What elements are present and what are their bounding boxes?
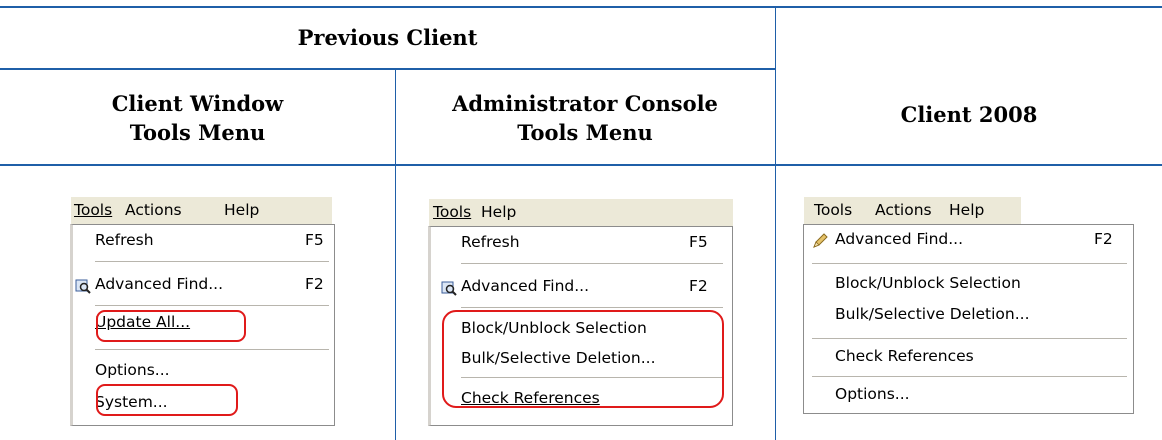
tools-dropdown: Advanced Find... F2 Block/Unblock Select…	[803, 224, 1134, 414]
column-divider-2	[775, 8, 776, 440]
shortcut-refresh: F5	[689, 233, 708, 251]
menu-separator	[812, 338, 1127, 339]
client-2008-tools-menu: Tools Actions Help Advanced Find... F2 B…	[803, 196, 1134, 414]
header-client-window-title: Client Window	[111, 91, 284, 116]
client-window-tools-menu: Tools Actions Help Refresh F5 Advanced F…	[70, 196, 335, 426]
menu-help[interactable]: Help	[224, 201, 259, 219]
shortcut-advanced-find: F2	[305, 275, 324, 293]
header-client-2008: Client 2008	[900, 102, 1038, 127]
menu-item-block-unblock[interactable]: Block/Unblock Selection	[835, 274, 1021, 292]
table-header-bottom-rule	[0, 164, 1162, 166]
menu-help[interactable]: Help	[949, 201, 984, 219]
menu-separator	[812, 263, 1127, 264]
menu-bar: Tools Actions Help	[803, 196, 1021, 224]
menu-tools[interactable]: Tools	[74, 201, 112, 219]
header-previous-client: Previous Client	[297, 25, 478, 50]
shortcut-refresh: F5	[305, 231, 324, 249]
menu-separator	[95, 349, 329, 350]
menu-actions[interactable]: Actions	[125, 201, 182, 219]
header-admin-console-title: Administrator Console	[452, 91, 718, 116]
pencil-find-icon	[813, 233, 828, 248]
menu-item-advanced-find[interactable]: Advanced Find...	[95, 275, 223, 293]
menu-actions[interactable]: Actions	[875, 201, 932, 219]
menu-separator	[461, 263, 723, 264]
menu-bar: Tools Help	[428, 198, 733, 226]
menu-separator	[461, 307, 723, 308]
shortcut-advanced-find: F2	[1094, 230, 1113, 248]
menu-item-options[interactable]: Options...	[95, 361, 170, 379]
menu-separator	[812, 376, 1127, 377]
shortcut-advanced-find: F2	[689, 277, 708, 295]
header-admin-console: Administrator Console Tools Menu	[395, 89, 775, 147]
menu-item-refresh[interactable]: Refresh	[95, 231, 154, 249]
highlight-admin-items	[442, 310, 724, 408]
menu-tools[interactable]: Tools	[433, 203, 471, 221]
menu-separator	[95, 305, 329, 306]
menu-bar: Tools Actions Help	[70, 196, 332, 224]
header-client-window-sub: Tools Menu	[129, 120, 266, 145]
advanced-find-icon	[75, 279, 91, 294]
advanced-find-icon	[441, 281, 457, 296]
table-top-rule	[0, 6, 1162, 8]
menu-tools[interactable]: Tools	[814, 201, 852, 219]
table-header-split-rule	[0, 68, 775, 70]
highlight-update-all	[96, 310, 246, 342]
admin-console-tools-menu: Tools Help Refresh F5 Advanced Find... F…	[428, 198, 733, 430]
menu-item-bulk-delete[interactable]: Bulk/Selective Deletion...	[835, 305, 1030, 323]
menu-item-advanced-find[interactable]: Advanced Find...	[835, 230, 963, 248]
header-admin-console-sub: Tools Menu	[517, 120, 653, 145]
header-client-window: Client Window Tools Menu	[0, 89, 395, 147]
menu-item-check-references[interactable]: Check References	[835, 347, 974, 365]
highlight-system	[96, 384, 238, 416]
menu-help[interactable]: Help	[481, 203, 516, 221]
menu-item-refresh[interactable]: Refresh	[461, 233, 520, 251]
menu-item-options[interactable]: Options...	[835, 385, 910, 403]
menu-item-advanced-find[interactable]: Advanced Find...	[461, 277, 589, 295]
menu-separator	[95, 261, 329, 262]
